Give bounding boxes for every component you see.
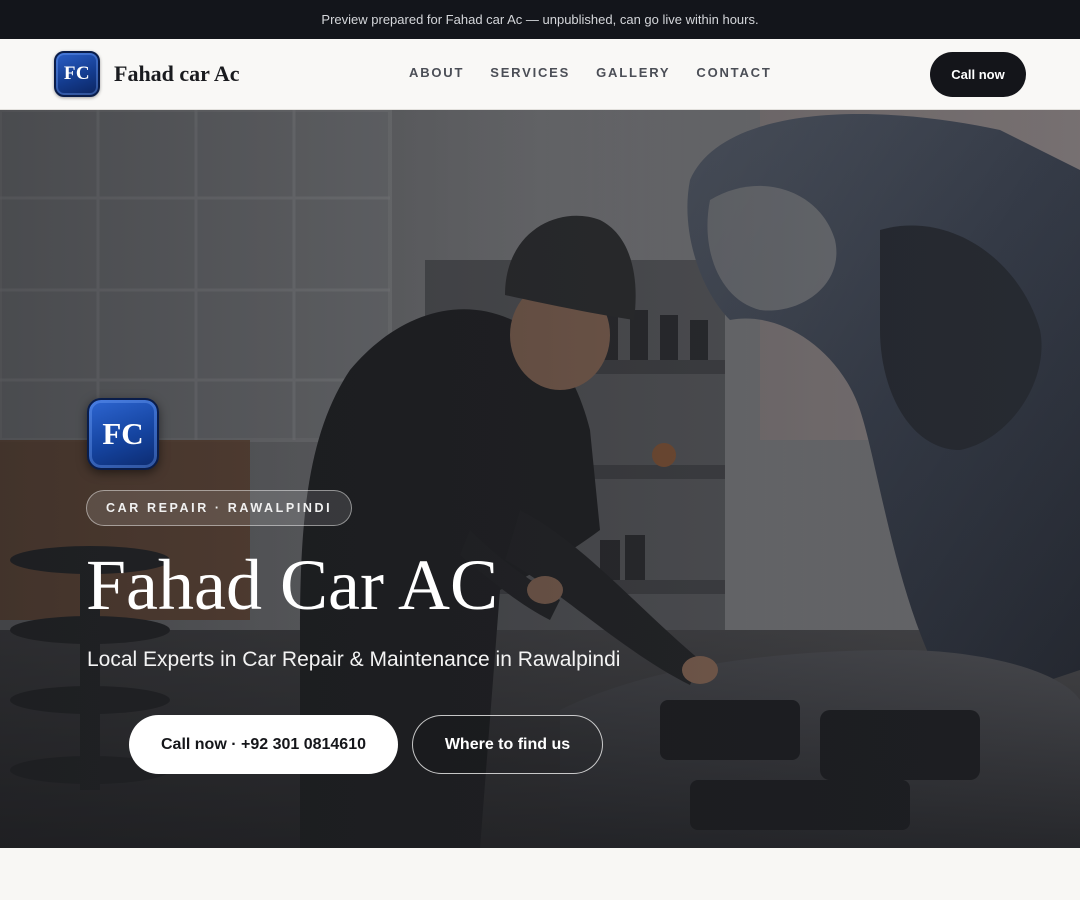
preview-banner: Preview prepared for Fahad car Ac — unpu… <box>0 0 1080 39</box>
nav-about-link[interactable]: ABOUT <box>409 65 464 80</box>
logo-initials: FC <box>63 63 91 84</box>
nav-contact-link[interactable]: CONTACT <box>696 65 771 80</box>
preview-banner-text: Preview prepared for Fahad car Ac — unpu… <box>321 12 759 27</box>
main-nav: ABOUT SERVICES GALLERY CONTACT <box>409 65 798 80</box>
brand[interactable]: FC Fahad car Ac <box>54 51 239 97</box>
brand-name: Fahad car Ac <box>114 61 240 86</box>
site-header: FC Fahad car Ac ABOUT SERVICES GALLERY C… <box>0 39 1080 110</box>
hero-section: FC CAR REPAIR · RAWALPINDI Fahad Car AC … <box>0 110 1080 848</box>
next-section <box>0 848 1080 900</box>
hero-title: Fahad Car AC <box>86 545 498 625</box>
nav-gallery-link[interactable]: GALLERY <box>596 65 670 80</box>
hero-logo-initials: FC <box>102 416 144 451</box>
hero-logo-icon: FC <box>87 398 159 470</box>
hero-eyebrow-badge: CAR REPAIR · RAWALPINDI <box>86 490 353 526</box>
header-call-button[interactable]: Call now <box>930 52 1026 97</box>
hero-location-button[interactable]: Where to find us <box>412 715 603 774</box>
hero-subtitle: Local Experts in Car Repair & Maintenanc… <box>87 648 621 671</box>
logo-icon: FC <box>54 51 100 97</box>
hero-call-button[interactable]: Call now · +92 301 0814610 <box>129 715 398 774</box>
nav-services-link[interactable]: SERVICES <box>490 65 570 80</box>
